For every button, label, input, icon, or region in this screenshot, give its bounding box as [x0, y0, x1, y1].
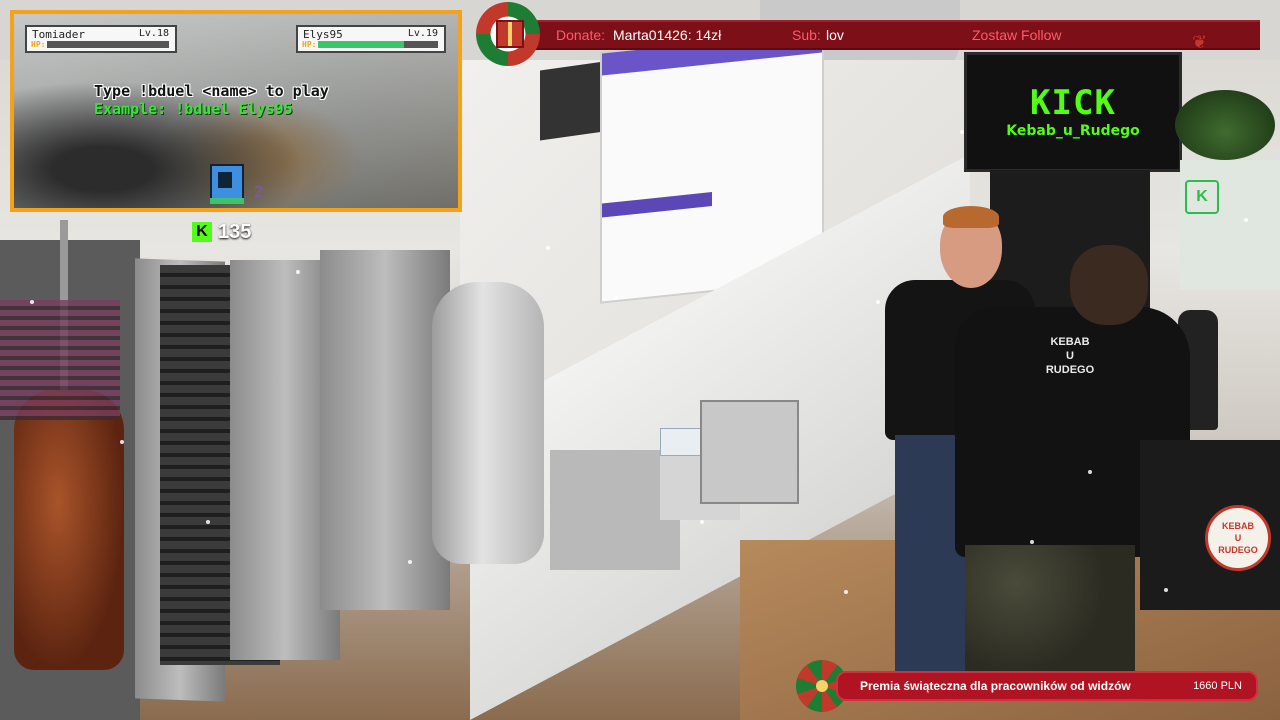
worker-hair — [943, 206, 999, 228]
heating-grill — [0, 300, 120, 420]
goal-amount: 1660 PLN — [1193, 680, 1242, 692]
player2-hp-fill — [318, 41, 405, 48]
player1-hp-label: HP: — [31, 40, 46, 49]
snowflake — [296, 270, 300, 274]
sub-label: Sub: — [792, 27, 821, 43]
grill-panel — [320, 250, 450, 610]
snowflake — [408, 560, 412, 564]
sub-value: lov — [826, 27, 844, 43]
snowflake — [700, 520, 704, 524]
player2-hp-label: HP: — [302, 40, 317, 49]
player2-level: Lv.19 — [407, 28, 438, 39]
goal-title: Premia świąteczna dla pracowników od wid… — [860, 679, 1131, 693]
donation-goal-bar: Premia świąteczna dla pracowników od wid… — [836, 671, 1258, 701]
tv-channel-name: Kebab_u_Rudego — [1006, 123, 1140, 139]
kick-viewer-counter: K 135 — [192, 220, 251, 244]
shirt-print: KEBAB U RUDEGO — [1045, 336, 1095, 376]
wall-tv: KICK Kebab_u_Rudego — [964, 52, 1182, 172]
kebab-badge: KEBAB U RUDEGO — [1205, 505, 1271, 571]
snowflake — [1030, 540, 1034, 544]
snowflake — [1088, 470, 1092, 474]
player1-hp-bar — [47, 41, 169, 48]
top-ticker-bar: Donate: Marta01426: 14zł Sub: lov Zostaw… — [500, 20, 1260, 50]
game-example: Example: !bduel Elys95 — [94, 100, 293, 118]
snowflake — [546, 246, 550, 250]
duel-game-panel: Tomiader Lv.18 HP: Elys95 Lv.19 HP: Type… — [10, 10, 462, 212]
kebab-meat — [14, 390, 124, 670]
snowflake — [1244, 218, 1248, 222]
snowflake — [206, 520, 210, 524]
worker-head — [1070, 245, 1148, 325]
player2-hp-bar — [318, 41, 438, 48]
player1-level: Lv.18 — [138, 28, 169, 39]
snowflake — [120, 440, 124, 444]
snowflake — [1164, 588, 1168, 592]
player1-hp-box: Tomiader Lv.18 HP: — [25, 25, 177, 53]
snowflake — [30, 300, 34, 304]
holly-icon: ❦ — [1192, 32, 1208, 53]
donate-value: Marta01426: 14zł — [613, 27, 722, 43]
snowflake — [876, 300, 880, 304]
sprite-count: 2 — [254, 182, 264, 201]
follow-prompt: Zostaw Follow — [972, 27, 1062, 43]
game-instruction: Type !bduel <name> to play — [94, 82, 329, 100]
neon-k-sign: K — [1185, 180, 1219, 214]
player2-hp-box: Elys95 Lv.19 HP: — [296, 25, 446, 53]
pixel-character-icon — [210, 164, 244, 204]
kick-viewer-count: 135 — [218, 220, 252, 243]
menu-board-section — [602, 192, 712, 218]
worker-shorts — [965, 545, 1135, 675]
toaster-oven — [700, 400, 799, 504]
snowflake — [960, 130, 964, 134]
kick-logo-icon: K — [192, 222, 212, 242]
snowflake — [614, 296, 618, 300]
tv-kick-logo: KICK — [1030, 83, 1116, 123]
plant — [1175, 90, 1275, 160]
snowflake — [844, 590, 848, 594]
christmas-gift-ornament-icon — [476, 2, 540, 66]
donate-label: Donate: — [556, 27, 606, 43]
foil-wrapped-kebab — [432, 282, 544, 564]
